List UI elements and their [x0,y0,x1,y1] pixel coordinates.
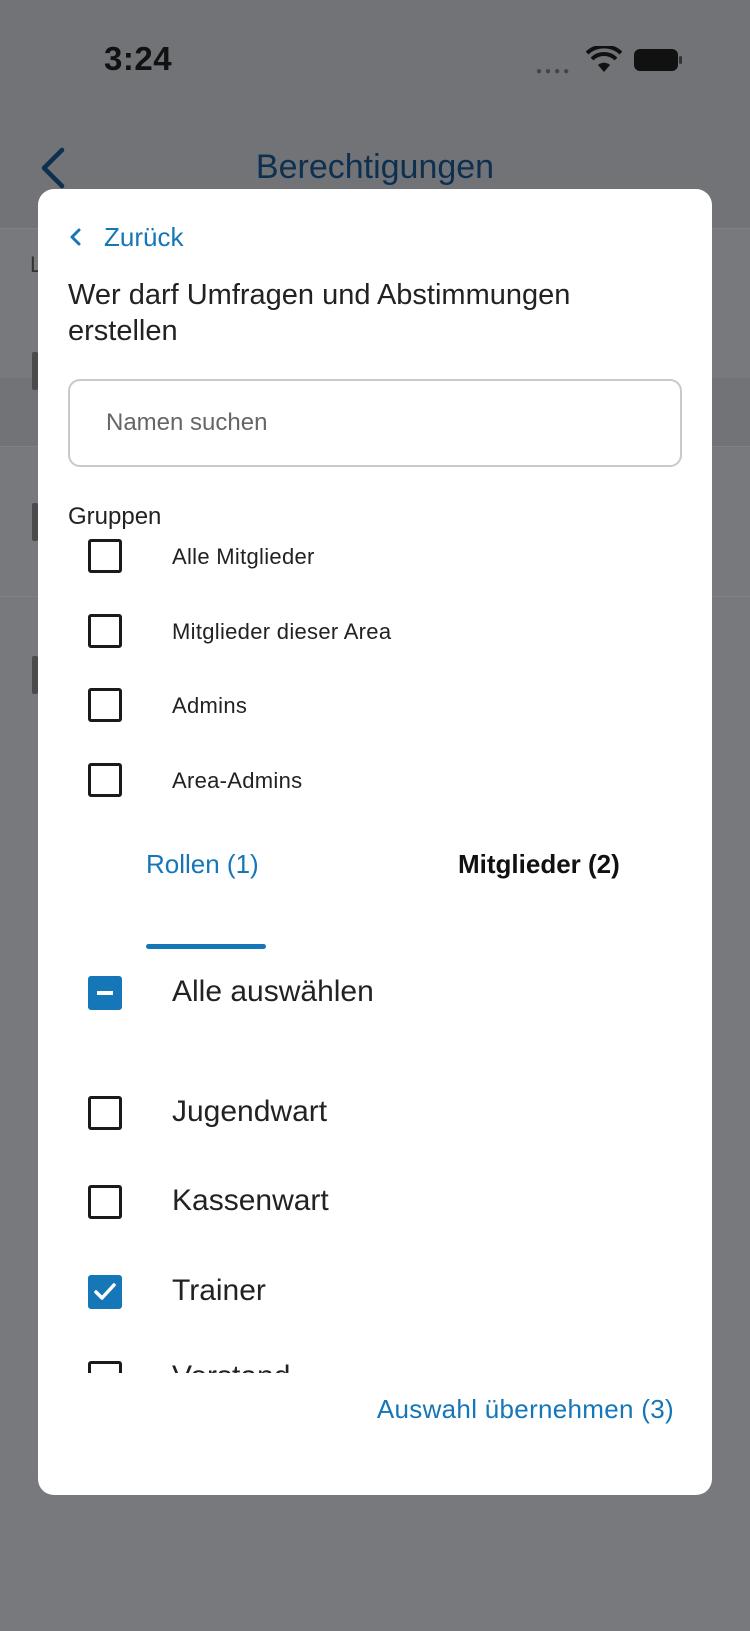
status-time: 3:24 [104,40,173,77]
page-title: Berechtigungen [255,148,495,186]
back-label: Zurück [104,221,184,252]
apply-selection-button[interactable]: Auswahl übernehmen (3) [377,1394,674,1425]
group-option-alle-mitglieder[interactable]: Alle Mitglieder [38,526,712,586]
group-label: Alle Mitglieder [172,544,315,569]
select-all-option[interactable]: Alle auswählen [38,959,712,1029]
checkbox[interactable] [88,539,122,573]
checkbox[interactable] [88,763,122,797]
minus-icon [97,991,113,995]
role-label: Kassenwart [172,1184,329,1217]
select-all-label: Alle auswählen [172,975,374,1008]
search-input[interactable] [68,379,682,467]
back-link[interactable]: Zurück [68,217,183,257]
checkbox[interactable] [88,1096,122,1130]
group-option-mitglieder-dieser-area[interactable]: Mitglieder dieser Area [38,601,712,661]
group-label: Area-Admins [172,768,303,793]
cellular-signal-icon: ●●●● [536,66,573,77]
group-option-area-admins[interactable]: Area-Admins [38,750,712,810]
checkbox[interactable] [88,1361,122,1373]
role-option-kassenwart[interactable]: Kassenwart [38,1168,712,1238]
role-label: Vorstand [172,1360,290,1373]
group-label: Mitglieder dieser Area [172,619,392,644]
checkbox[interactable] [88,688,122,722]
checkbox-partial[interactable] [88,976,122,1010]
tab-bar: Rollen (1) Mitglieder (2) [38,849,712,939]
permissions-modal: Zurück Wer darf Umfragen und Abstimmunge… [38,189,712,1495]
checkbox[interactable] [88,1185,122,1219]
roles-list[interactable]: Alle auswählen Jugendwart Kassenwart Tra… [38,959,712,1373]
role-option-trainer[interactable]: Trainer [38,1258,712,1328]
role-option-vorstand[interactable]: Vorstand [38,1344,712,1373]
wifi-icon [586,46,622,72]
tab-rollen[interactable]: Rollen (1) [146,849,259,880]
checkbox[interactable] [88,614,122,648]
checkmark-icon [94,1283,116,1300]
role-label: Jugendwart [172,1095,328,1128]
battery-icon [634,49,682,71]
checkbox-checked[interactable] [88,1275,122,1309]
modal-title: Wer darf Umfragen und Abstimmungen erste… [68,279,571,347]
active-tab-indicator [146,944,266,949]
status-bar: 3:24 ●●●● [0,0,750,120]
role-label: Trainer [172,1274,266,1307]
role-option-jugendwart[interactable]: Jugendwart [38,1079,712,1149]
group-label: Admins [172,693,248,718]
chevron-left-icon [70,228,81,246]
tab-mitglieder[interactable]: Mitglieder (2) [458,849,620,880]
group-option-admins[interactable]: Admins [38,675,712,735]
